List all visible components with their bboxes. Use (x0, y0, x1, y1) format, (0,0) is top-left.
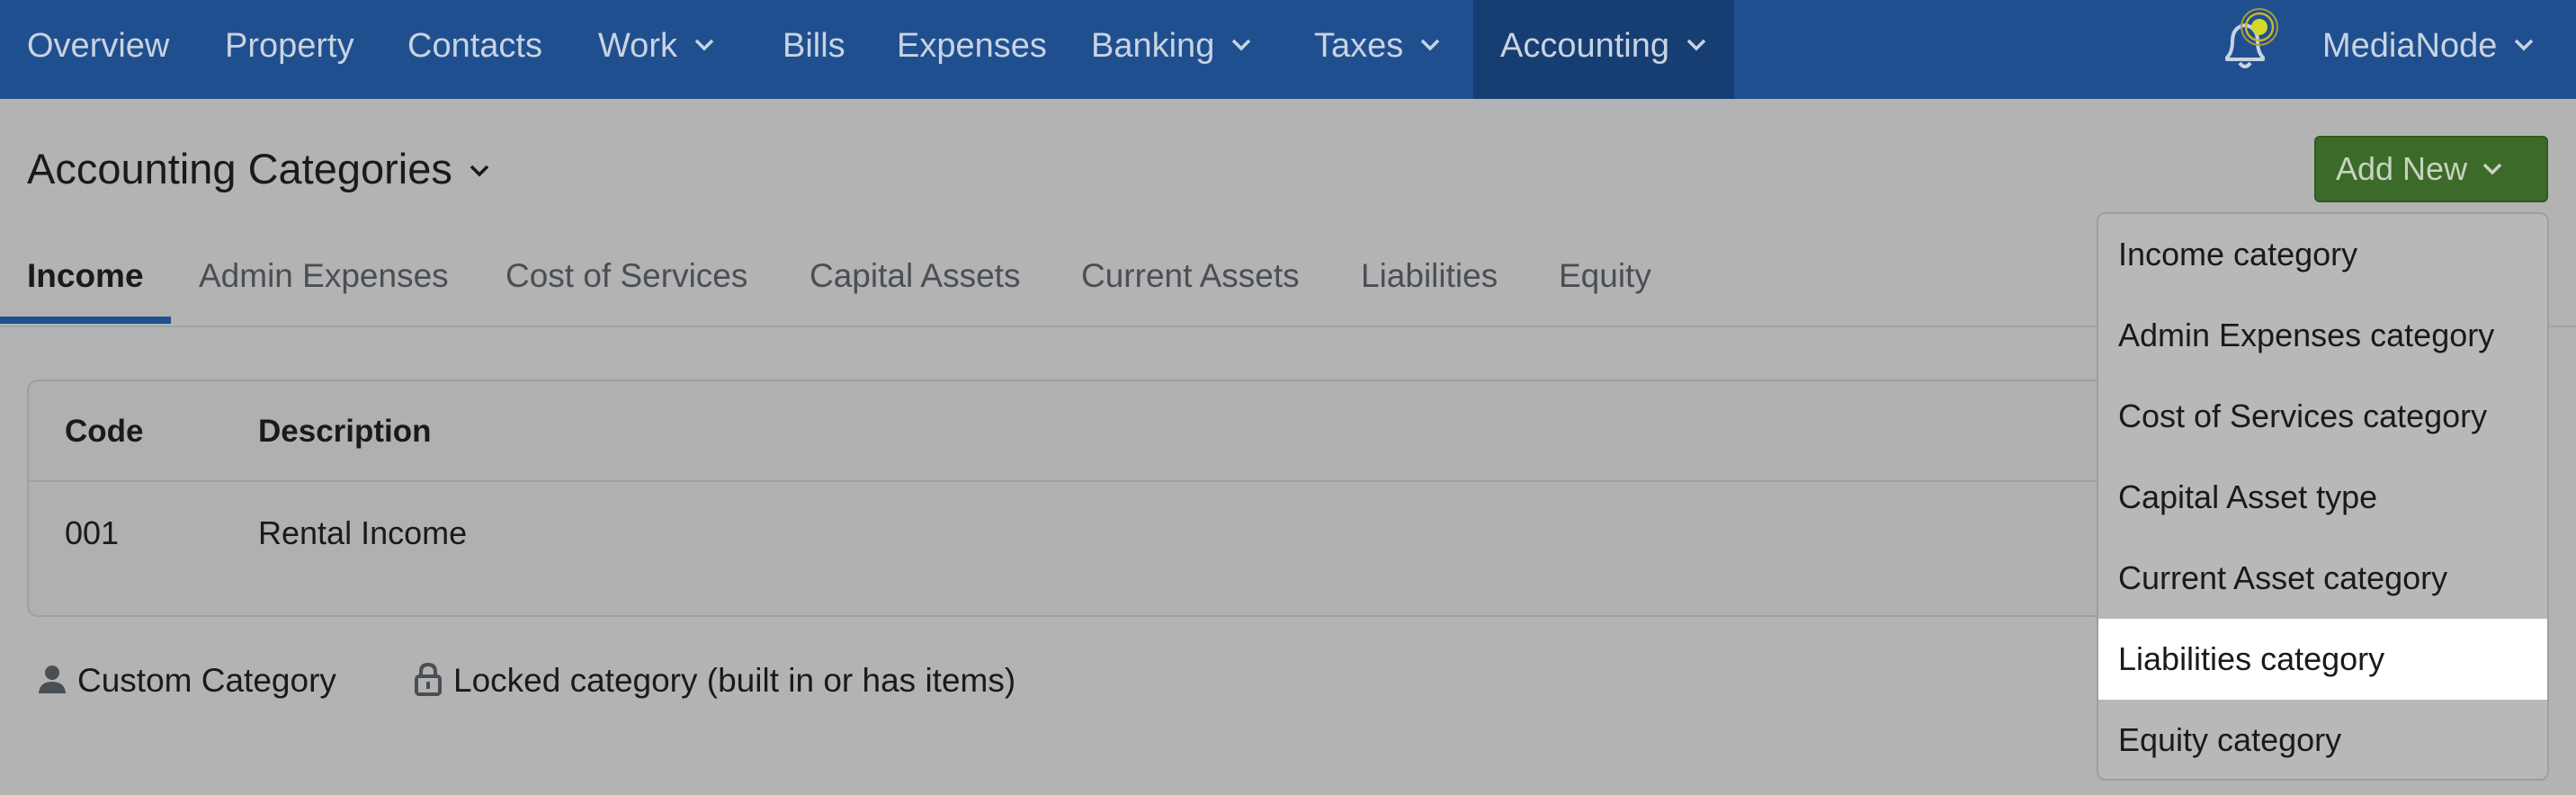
legend-locked-label: Locked category (built in or has items) (453, 662, 1016, 699)
chevron-down-icon (470, 165, 489, 177)
tab-equity-label: Equity (1559, 257, 1651, 294)
chevron-down-icon (694, 39, 714, 51)
cell-description: Rental Income (258, 514, 468, 551)
chevron-down-icon (1421, 39, 1440, 51)
nav-expenses[interactable]: Expenses (897, 0, 1047, 99)
nav-banking[interactable]: Banking (1091, 0, 1252, 99)
chevron-down-icon (1232, 39, 1251, 51)
chevron-down-icon (2482, 164, 2502, 175)
tab-capital-assets-label: Capital Assets (809, 257, 1021, 294)
chevron-down-icon (2515, 39, 2534, 51)
nav-banking-label: Banking (1091, 27, 1215, 65)
legend-locked: Locked category (built in or has items) (412, 662, 1015, 700)
top-navbar: Overview Property Contacts Work Bills Ex… (0, 0, 2576, 99)
menu-item-cost-of-services-category[interactable]: Cost of Services category (2098, 376, 2547, 457)
legend-custom-label: Custom Category (77, 662, 336, 699)
menu-item-income-category[interactable]: Income category (2098, 214, 2547, 295)
tab-liabilities-label: Liabilities (1361, 257, 1498, 294)
add-new-dropdown-menu: Income category Admin Expenses category … (2097, 212, 2549, 781)
tab-current-assets[interactable]: Current Assets (1081, 243, 1300, 309)
account-menu[interactable]: MediaNode (2322, 0, 2535, 92)
tab-income-label: Income (27, 257, 144, 294)
tab-cost-of-services-label: Cost of Services (505, 257, 748, 294)
menu-item-equity-category[interactable]: Equity category (2098, 700, 2547, 779)
menu-item-capital-asset-type[interactable]: Capital Asset type (2098, 457, 2547, 538)
nav-property[interactable]: Property (225, 0, 354, 99)
nav-accounting-label: Accounting (1500, 27, 1670, 65)
tab-income[interactable]: Income (27, 243, 144, 309)
categories-table: Code Description 001 Rental Income (27, 380, 2455, 617)
add-new-button[interactable]: Add New (2314, 136, 2548, 202)
page-title-text: Accounting Categories (27, 145, 452, 192)
nav-accounting[interactable]: Accounting (1473, 0, 1735, 99)
nav-taxes-label: Taxes (1314, 27, 1404, 65)
active-tab-indicator (0, 317, 171, 324)
menu-item-liabilities-category[interactable]: Liabilities category (2098, 619, 2547, 700)
column-header-description[interactable]: Description (258, 414, 432, 450)
cell-code: 001 (65, 514, 120, 551)
tab-cost-of-services[interactable]: Cost of Services (505, 243, 747, 309)
account-name: MediaNode (2322, 27, 2498, 65)
nav-taxes[interactable]: Taxes (1314, 0, 1441, 99)
nav-expenses-label: Expenses (897, 27, 1047, 65)
tab-capital-assets[interactable]: Capital Assets (809, 243, 1020, 309)
bell-icon[interactable] (2214, 7, 2279, 79)
page-title[interactable]: Accounting Categories (27, 144, 490, 193)
menu-item-admin-expenses-category[interactable]: Admin Expenses category (2098, 295, 2547, 376)
nav-contacts-label: Contacts (407, 27, 542, 65)
nav-property-label: Property (225, 27, 354, 65)
nav-work-label: Work (598, 27, 677, 65)
nav-overview-label: Overview (27, 27, 170, 65)
nav-bills-label: Bills (783, 27, 845, 65)
nav-bills[interactable]: Bills (783, 0, 845, 99)
add-new-label: Add New (2336, 150, 2468, 187)
tab-equity[interactable]: Equity (1559, 243, 1651, 309)
legend-custom: Custom Category (36, 662, 336, 700)
tab-admin-expenses[interactable]: Admin Expenses (199, 243, 449, 309)
tab-admin-expenses-label: Admin Expenses (199, 257, 449, 294)
chevron-down-icon (1686, 39, 1706, 51)
lock-icon (415, 663, 442, 697)
header-divider (29, 480, 2454, 482)
nav-overview[interactable]: Overview (27, 0, 169, 99)
menu-item-current-asset-category[interactable]: Current Asset category (2098, 538, 2547, 619)
tab-current-assets-label: Current Assets (1081, 257, 1300, 294)
nav-work[interactable]: Work (598, 0, 715, 99)
nav-contacts[interactable]: Contacts (407, 0, 542, 99)
column-header-code[interactable]: Code (65, 414, 144, 450)
person-icon (39, 665, 66, 694)
tab-liabilities[interactable]: Liabilities (1361, 243, 1498, 309)
